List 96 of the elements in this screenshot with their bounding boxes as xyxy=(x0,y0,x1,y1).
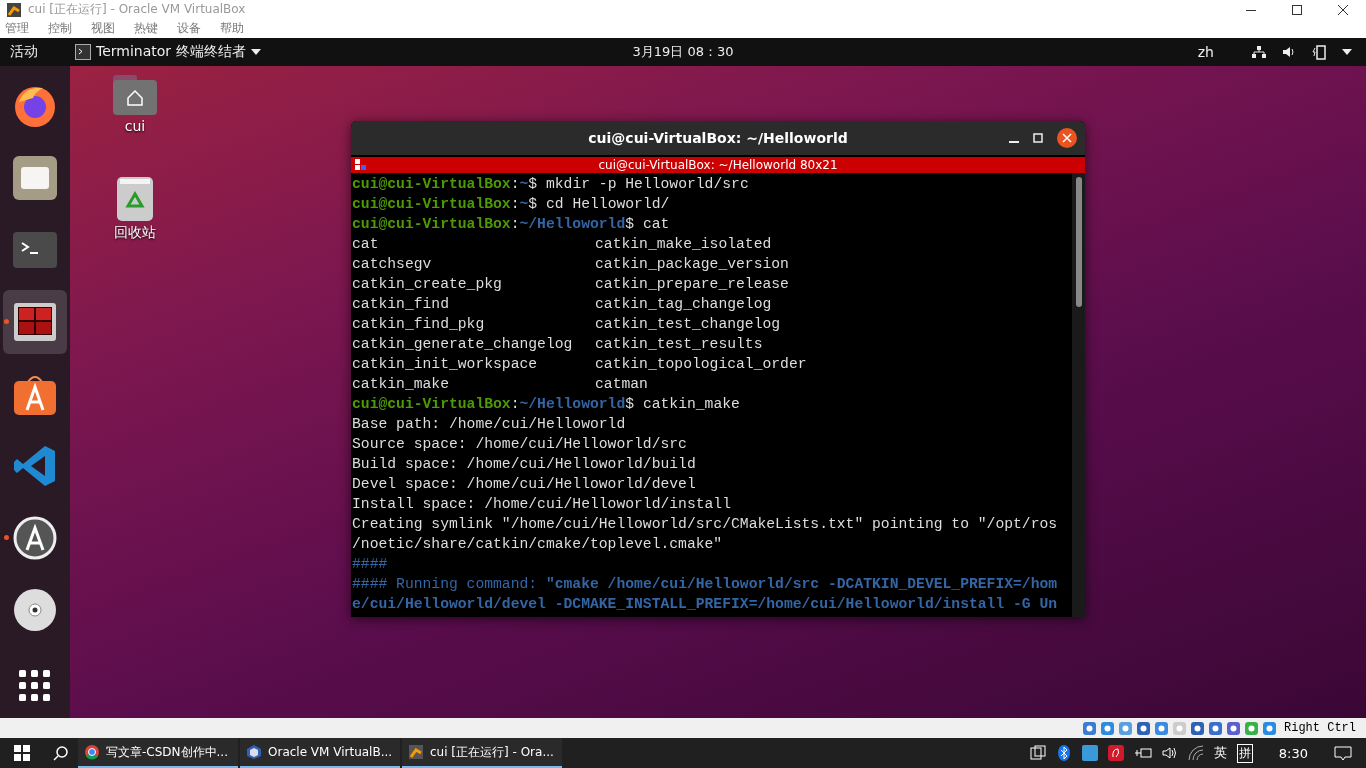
home-folder-icon[interactable] xyxy=(112,74,158,116)
power-icon[interactable] xyxy=(1133,745,1152,761)
output-line: Creating symlink "/home/cui/Helloworld/src/CMakeLists.txt" pointing to "/opt/ros xyxy=(352,515,1059,534)
app-menu[interactable]: Terminator 终端终结者 xyxy=(96,43,246,61)
completion-item: catkin_init_workspace xyxy=(352,355,539,374)
desktop-icon-label[interactable]: cui xyxy=(124,118,146,134)
ime-indicator[interactable]: 拼 xyxy=(1236,743,1253,763)
app-tray-icon[interactable] xyxy=(1081,745,1098,761)
output-line: Base path: /home/cui/Helloworld xyxy=(352,415,627,434)
app-tray-icon[interactable] xyxy=(1107,745,1124,761)
prompt-line: cui@cui-VirtualBox:~$ cd Helloworld/ xyxy=(352,195,671,214)
completion-item: cat xyxy=(352,235,380,254)
close-icon[interactable] xyxy=(1057,128,1077,148)
terminal-tab-title: cui@cui-VirtualBox: ~/Helloworld 80x21 xyxy=(598,158,838,172)
menu-item[interactable]: 热键 xyxy=(134,20,158,37)
menu-item[interactable]: 管理 xyxy=(5,20,29,37)
wifi-icon[interactable] xyxy=(1187,745,1204,761)
activities-button[interactable]: 活动 xyxy=(0,43,48,61)
status-icon[interactable] xyxy=(1244,720,1259,736)
info-line: e/cui/Helloworld/devel -DCMAKE_INSTALL_PREFIX=/home/cui/Helloworld/install -G Un xyxy=(352,596,1058,612)
caret-icon[interactable] xyxy=(250,49,261,55)
close-icon[interactable] xyxy=(1337,3,1349,16)
completion-item: catkin_package_version xyxy=(595,256,789,272)
volume-icon[interactable] xyxy=(1282,45,1296,59)
code-editor-icon[interactable] xyxy=(13,444,57,488)
terminal-icon[interactable] xyxy=(12,231,58,269)
status-icon[interactable] xyxy=(1100,720,1115,736)
search-icon[interactable] xyxy=(53,745,69,761)
clock[interactable]: 8:30 xyxy=(1278,745,1308,761)
terminator-icon[interactable] xyxy=(13,302,57,342)
desktop-icon-label[interactable]: 回收站 xyxy=(114,224,156,242)
grid-icon[interactable] xyxy=(355,159,367,171)
window-title: cui [正在运行] - Oracle VM VirtualBox xyxy=(28,1,247,18)
menu-item[interactable]: 视图 xyxy=(91,20,115,37)
completion-item: catkin_generate_changelog xyxy=(352,335,574,354)
output-line: Install space: /home/cui/Helloworld/install xyxy=(352,495,732,514)
maximize-icon[interactable] xyxy=(1291,3,1303,16)
prompt-line: cui@cui-VirtualBox:~/Helloworld$ cat xyxy=(352,215,671,234)
folder-icon[interactable] xyxy=(12,155,58,201)
host-key-label: Right Ctrl xyxy=(1284,721,1356,735)
notification-icon[interactable] xyxy=(1334,745,1352,761)
app-icon[interactable] xyxy=(6,1,22,18)
info-line: #### Running command: "cmake /home/cui/Helloworld/src -DCATKIN_DEVEL_PREFIX=/hom xyxy=(352,576,1058,592)
completion-item: catchsegv xyxy=(352,255,433,274)
completion-item: catkin_prepare_release xyxy=(595,276,789,292)
prompt-line: cui@cui-VirtualBox:~/Helloworld$ catkin_make xyxy=(352,395,741,414)
status-icon[interactable] xyxy=(1082,720,1097,736)
completion-item: catkin_find_pkg xyxy=(352,315,486,334)
scrollbar-thumb[interactable] xyxy=(1075,177,1082,307)
status-icon[interactable] xyxy=(1118,720,1133,736)
windows-start-icon[interactable] xyxy=(14,745,30,761)
bluetooth-icon[interactable] xyxy=(1055,745,1072,761)
terminal-icon[interactable] xyxy=(75,44,91,60)
completion-item: catkin_tag_changelog xyxy=(595,296,772,312)
disc-icon[interactable] xyxy=(13,588,57,632)
completion-item: catkin_create_pkg xyxy=(352,275,503,294)
completion-item: catkin_test_results xyxy=(595,336,763,352)
status-icon[interactable] xyxy=(1190,720,1205,736)
menu-item[interactable]: 控制 xyxy=(48,20,72,37)
output-line: Source space: /home/cui/Helloworld/src xyxy=(352,435,688,454)
output-line: /noetic/share/catkin/cmake/toplevel.cmake" xyxy=(352,535,724,554)
taskbar-button[interactable]: Oracle VM VirtualB... xyxy=(240,738,400,768)
trash-icon[interactable] xyxy=(116,176,154,222)
caret-icon[interactable] xyxy=(1342,49,1352,55)
apps-grid-icon[interactable] xyxy=(19,670,51,702)
software-updater-icon[interactable] xyxy=(13,516,57,560)
completion-item: catkin_make_isolated xyxy=(595,236,772,252)
status-icon[interactable] xyxy=(1154,720,1169,736)
completion-item: catkin_make xyxy=(352,375,450,394)
status-icon[interactable] xyxy=(1136,720,1151,736)
info-line: #### xyxy=(352,556,388,572)
battery-icon[interactable] xyxy=(1312,44,1326,60)
taskbar-button[interactable]: 写文章-CSDN创作中... xyxy=(78,738,238,768)
prompt-line: cui@cui-VirtualBox:~$ mkdir -p Helloworld/src xyxy=(352,175,750,194)
status-icon[interactable] xyxy=(1208,720,1223,736)
output-line: Build space: /home/cui/Helloworld/build xyxy=(352,455,697,474)
completion-item: catkin_topological_order xyxy=(595,356,807,372)
language-indicator[interactable]: 英 xyxy=(1213,744,1227,762)
output-line: Devel space: /home/cui/Helloworld/devel xyxy=(352,475,697,494)
status-icon[interactable] xyxy=(1226,720,1241,736)
taskbar-button[interactable]: cui [正在运行] - Ora... xyxy=(402,738,562,768)
menu-item[interactable]: 设备 xyxy=(177,20,201,37)
network-icon[interactable] xyxy=(1252,45,1266,59)
menu-item[interactable]: 帮助 xyxy=(220,20,244,37)
clock[interactable]: 3月19日 08：30 xyxy=(632,43,734,61)
status-icon[interactable] xyxy=(1262,720,1277,736)
browser-icon[interactable] xyxy=(84,744,100,760)
input-method[interactable]: zh xyxy=(1197,44,1214,60)
vm-window-icon[interactable] xyxy=(408,744,424,760)
cube-icon[interactable] xyxy=(246,744,262,760)
completion-item: catman xyxy=(595,376,648,392)
completion-item: catkin_test_changelog xyxy=(595,316,781,332)
completion-item: catkin_find xyxy=(352,295,450,314)
window-title: cui@cui-VirtualBox: ~/Helloworld xyxy=(588,130,848,146)
task-view-icon[interactable] xyxy=(1029,745,1046,761)
volume-icon[interactable] xyxy=(1161,745,1178,761)
